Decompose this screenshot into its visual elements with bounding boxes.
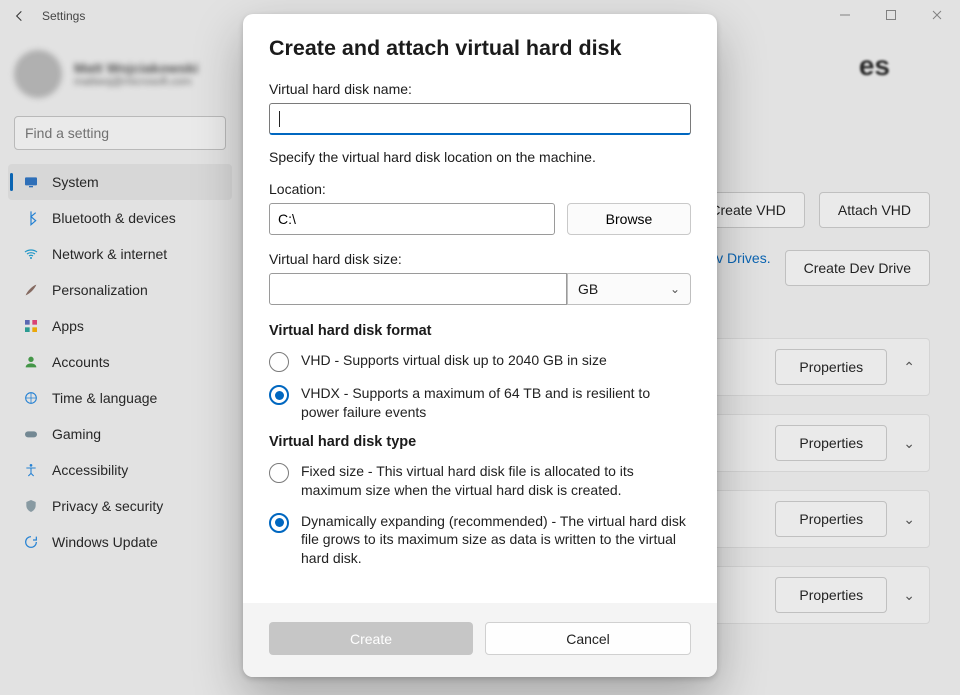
- radio-icon: [269, 463, 289, 483]
- radio-label: Dynamically expanding (recommended) - Th…: [301, 512, 691, 569]
- create-vhd-dialog: Create and attach virtual hard disk Virt…: [243, 14, 717, 677]
- format-option-vhd[interactable]: VHD - Supports virtual disk up to 2040 G…: [269, 351, 691, 372]
- browse-button[interactable]: Browse: [567, 203, 691, 235]
- radio-label: VHD - Supports virtual disk up to 2040 G…: [301, 351, 607, 370]
- vhd-name-input[interactable]: [269, 103, 691, 135]
- location-hint: Specify the virtual hard disk location o…: [269, 149, 691, 165]
- create-button[interactable]: Create: [269, 622, 473, 655]
- size-unit-select[interactable]: GB ⌄: [567, 273, 691, 305]
- button-label: Browse: [606, 211, 653, 227]
- button-label: Create: [350, 631, 392, 647]
- size-label: Virtual hard disk size:: [269, 251, 691, 267]
- radio-icon: [269, 385, 289, 405]
- radio-label: Fixed size - This virtual hard disk file…: [301, 462, 691, 500]
- radio-icon: [269, 352, 289, 372]
- type-heading: Virtual hard disk type: [269, 434, 691, 450]
- type-option-dynamic[interactable]: Dynamically expanding (recommended) - Th…: [269, 512, 691, 569]
- button-label: Cancel: [566, 631, 610, 647]
- format-option-vhdx[interactable]: VHDX - Supports a maximum of 64 TB and i…: [269, 384, 691, 422]
- size-input[interactable]: [269, 273, 567, 305]
- vhd-name-label: Virtual hard disk name:: [269, 81, 691, 97]
- radio-label: VHDX - Supports a maximum of 64 TB and i…: [301, 384, 691, 422]
- dialog-footer: Create Cancel: [243, 603, 717, 677]
- dialog-title: Create and attach virtual hard disk: [269, 36, 691, 61]
- size-unit-value: GB: [578, 281, 598, 297]
- cancel-button[interactable]: Cancel: [485, 622, 691, 655]
- radio-icon: [269, 513, 289, 533]
- location-input[interactable]: [269, 203, 555, 235]
- chevron-down-icon: ⌄: [670, 282, 680, 296]
- location-label: Location:: [269, 181, 691, 197]
- type-option-fixed[interactable]: Fixed size - This virtual hard disk file…: [269, 462, 691, 500]
- format-heading: Virtual hard disk format: [269, 323, 691, 339]
- text-caret: [279, 111, 280, 127]
